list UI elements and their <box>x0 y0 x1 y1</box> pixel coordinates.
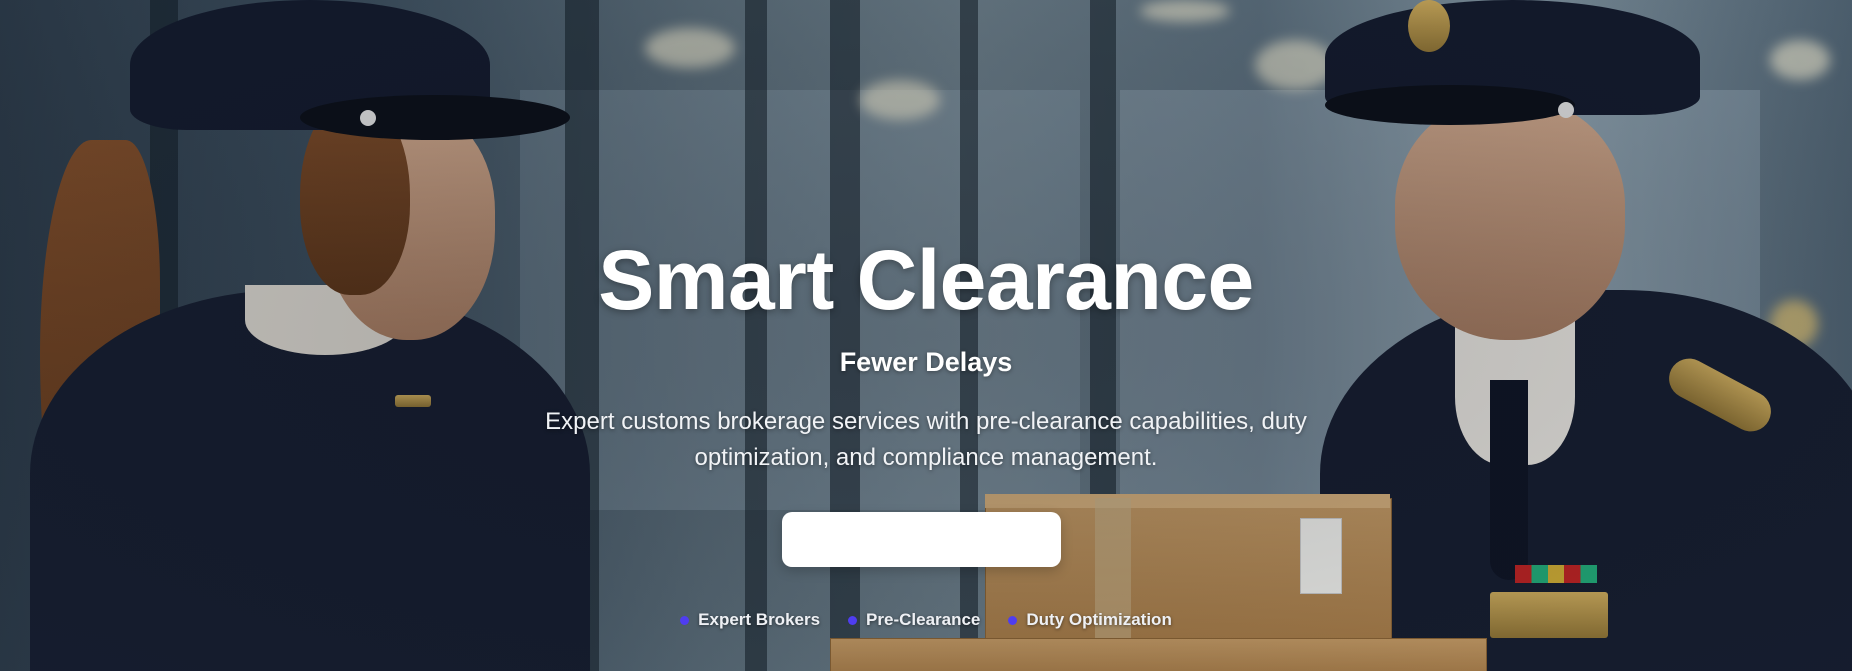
bullet-dot-icon <box>848 615 858 625</box>
feature-item-duty-optimization: Duty Optimization <box>1008 610 1172 630</box>
bullet-dot-icon <box>680 615 690 625</box>
feature-label: Pre-Clearance <box>866 610 981 629</box>
bullet-dot-icon <box>1008 615 1018 625</box>
feature-label: Duty Optimization <box>1026 610 1172 629</box>
cta-button[interactable] <box>782 512 1061 567</box>
hero-section: Smart Clearance Fewer Delays Expert cust… <box>0 0 1852 671</box>
feature-list: Expert Brokers Pre-Clearance Duty Optimi… <box>0 610 1852 630</box>
hero-title: Smart Clearance <box>598 233 1254 327</box>
feature-label: Expert Brokers <box>698 610 821 629</box>
feature-item-pre-clearance: Pre-Clearance <box>848 610 980 630</box>
hero-subtitle: Fewer Delays <box>839 347 1013 377</box>
feature-item-expert-brokers: Expert Brokers <box>680 610 820 630</box>
hero-dark-overlay <box>0 0 1852 671</box>
hero-description: Expert customs brokerage services with p… <box>545 408 1307 471</box>
